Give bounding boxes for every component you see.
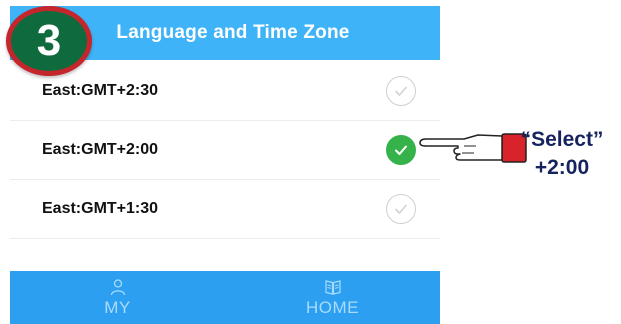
unchecked-icon[interactable] xyxy=(386,76,416,106)
nav-label: MY xyxy=(104,297,131,317)
nav-label: HOME xyxy=(306,297,359,317)
checkmark-selected-icon[interactable] xyxy=(386,135,416,165)
timezone-list: East:GMT+2:30 East:GMT+2:00 East:GMT+1:3… xyxy=(10,62,440,239)
timezone-option[interactable]: East:GMT+1:30 xyxy=(10,180,440,239)
timezone-option[interactable]: East:GMT+2:30 xyxy=(10,62,440,121)
person-icon xyxy=(110,278,125,295)
bottom-nav: MY HOME xyxy=(10,271,440,324)
step-number: 3 xyxy=(36,16,62,65)
select-annotation: “Select” +2:00 xyxy=(508,126,616,182)
unchecked-icon[interactable] xyxy=(386,194,416,224)
step-number-badge: 3 xyxy=(6,6,92,76)
timezone-label: East:GMT+1:30 xyxy=(42,200,159,217)
annotation-line: +2:00 xyxy=(534,156,590,179)
nav-item-my[interactable]: MY xyxy=(10,271,225,324)
annotation-line: “Select” xyxy=(520,128,604,151)
timezone-label: East:GMT+2:30 xyxy=(42,82,159,99)
book-icon xyxy=(324,279,341,295)
nav-item-home[interactable]: HOME xyxy=(225,271,440,324)
timezone-option[interactable]: East:GMT+2:00 xyxy=(10,121,440,180)
page-title: Language and Time Zone xyxy=(116,22,350,43)
timezone-label: East:GMT+2:00 xyxy=(42,141,159,158)
